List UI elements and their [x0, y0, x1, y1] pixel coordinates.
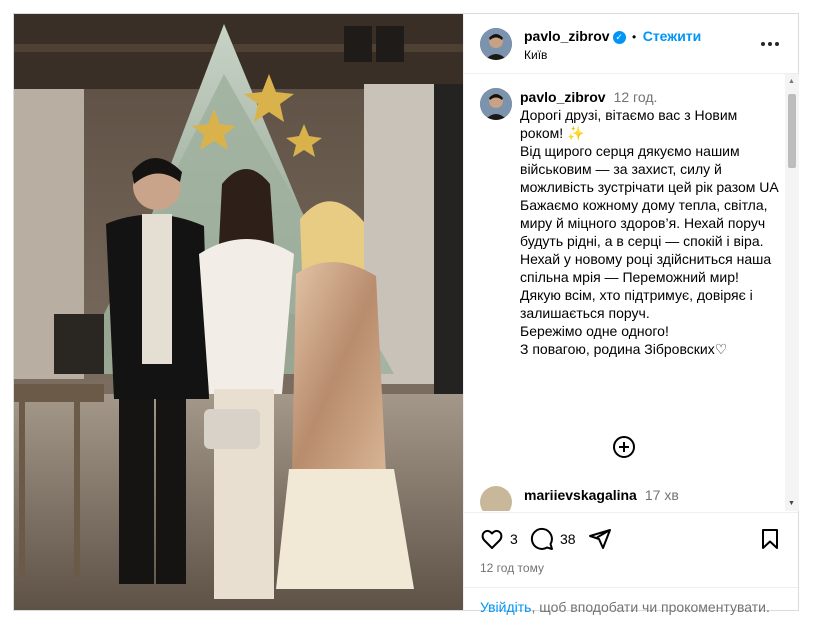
caption-time[interactable]: 12 год.	[614, 89, 658, 105]
post-dialog: pavlo_zibrov ✓ • Стежити Київ pavlo_zibr…	[13, 13, 799, 615]
heart-glyph	[481, 529, 503, 549]
load-more-glyph	[613, 436, 635, 458]
comment-glyph	[530, 527, 553, 550]
like-count[interactable]: 3	[510, 531, 518, 547]
comment-header: mariievskagalina 17 хв	[524, 487, 679, 505]
post-photo[interactable]	[14, 14, 463, 610]
header-separator: •	[632, 30, 637, 44]
share-icon[interactable]	[588, 527, 612, 556]
load-more-icon[interactable]	[612, 435, 636, 459]
scrollbar-thumb[interactable]	[788, 94, 796, 168]
login-link[interactable]: Увійдіть	[480, 599, 531, 615]
verified-icon: ✓	[612, 31, 626, 44]
comment-username[interactable]: mariievskagalina	[524, 487, 637, 503]
comment-icon[interactable]	[530, 527, 554, 556]
avatar-image	[480, 28, 512, 60]
caption-avatar[interactable]	[480, 88, 512, 120]
caption-line: Бережімо одне одного!	[520, 323, 669, 339]
caption-line: З повагою, родина Зібровских♡	[520, 341, 728, 357]
photo-illustration	[14, 14, 463, 610]
caption-avatar-image	[480, 88, 512, 120]
login-text: , щоб вподобати чи прокоментувати.	[531, 599, 770, 615]
comments-scroll-area[interactable]: pavlo_zibrov 12 год. Дорогі друзі, вітаєм…	[464, 74, 799, 511]
comment-count[interactable]: 38	[560, 531, 576, 547]
caption: pavlo_zibrov 12 год. Дорогі друзі, вітаєм…	[520, 88, 782, 358]
divider	[464, 587, 798, 588]
caption-line: Від щирого серця дякуємо нашим військови…	[520, 143, 779, 195]
more-icon-glyph	[761, 42, 779, 46]
header-title-row: pavlo_zibrov ✓ • Стежити	[524, 28, 701, 46]
scroll-up-icon[interactable]: ▲	[788, 78, 795, 85]
follow-button[interactable]: Стежити	[643, 28, 702, 44]
scroll-down-icon[interactable]: ▼	[788, 500, 795, 507]
login-prompt: Увійдіть, щоб вподобати чи прокоментуват…	[480, 599, 770, 615]
heart-icon[interactable]	[480, 527, 504, 556]
caption-line: Бажаємо кожному дому тепла, світла, миру…	[520, 197, 776, 321]
scrollbar[interactable]: ▲ ▼	[785, 74, 799, 511]
bookmark-glyph	[762, 529, 778, 549]
post-location[interactable]: Київ	[524, 48, 547, 62]
share-glyph	[589, 529, 611, 549]
post-header: pavlo_zibrov ✓ • Стежити Київ	[464, 14, 798, 74]
action-bar: 3 38 12 год тому Увійдіть, щоб вподобати…	[464, 512, 798, 615]
post-timestamp[interactable]: 12 год тому	[480, 561, 544, 575]
avatar[interactable]	[480, 28, 512, 60]
comment-time: 17 хв	[644, 487, 679, 503]
more-icon[interactable]	[758, 36, 782, 46]
bookmark-icon[interactable]	[758, 527, 782, 556]
comment-avatar[interactable]	[480, 486, 512, 511]
post-username[interactable]: pavlo_zibrov	[524, 28, 610, 44]
caption-username[interactable]: pavlo_zibrov	[520, 89, 606, 105]
post-panel: pavlo_zibrov ✓ • Стежити Київ pavlo_zibr…	[463, 14, 799, 615]
caption-line: Дорогі друзі, вітаємо вас з Новим роком!…	[520, 107, 742, 141]
